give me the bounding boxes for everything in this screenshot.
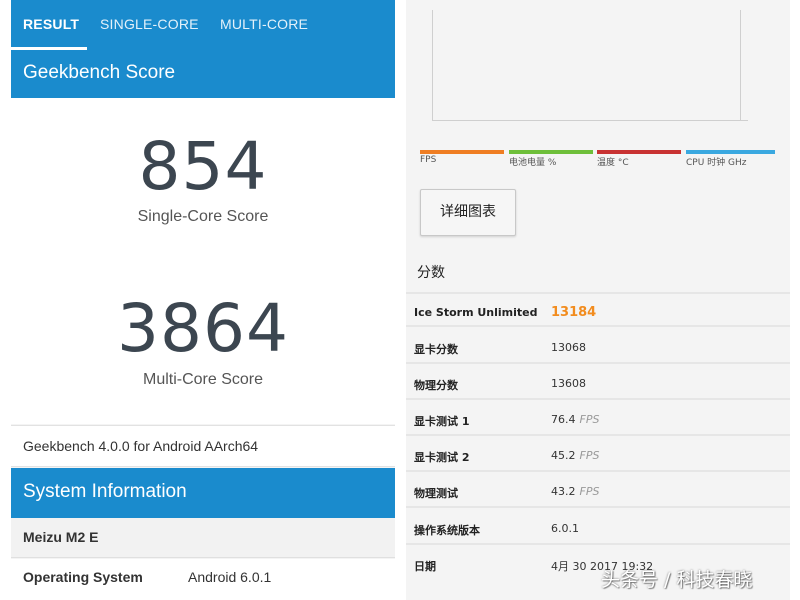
row-key: 显卡测试 2 bbox=[414, 451, 470, 464]
table-row-physics-test: 物理测试 43.2 FPS bbox=[406, 473, 790, 508]
row-value: 45.2 FPS bbox=[551, 449, 599, 462]
single-core-score: 854 bbox=[138, 128, 268, 205]
row-key: Ice Storm Unlimited bbox=[414, 306, 538, 319]
row-number: 76.4 bbox=[551, 413, 576, 426]
table-row-graphics-test-2: 显卡测试 2 45.2 FPS bbox=[406, 437, 790, 472]
multi-core-label: Multi-Core Score bbox=[142, 371, 264, 388]
chart-bottom-axis bbox=[432, 120, 748, 121]
chart-right-axis bbox=[740, 10, 741, 120]
row-key: 物理测试 bbox=[414, 487, 458, 500]
threedmark-panel: FPS 电池电量 % 温度 °C CPU 时钟 GHz 详细图表 分数 Ice … bbox=[406, 0, 790, 600]
table-row-graphics-score: 显卡分数 13068 bbox=[406, 329, 790, 364]
table-row-ice-storm: Ice Storm Unlimited 13184 bbox=[406, 292, 790, 327]
legend-cpu-clock-label: CPU 时钟 GHz bbox=[686, 158, 747, 168]
legend-temperature-label: 温度 °C bbox=[597, 158, 629, 168]
single-core-label: Single-Core Score bbox=[137, 208, 269, 225]
row-unit: FPS bbox=[579, 413, 600, 426]
row-value: 13068 bbox=[551, 341, 586, 354]
legend-battery-label: 电池电量 % bbox=[509, 158, 557, 168]
geekbench-panel: RESULT SINGLE-CORE MULTI-CORE Geekbench … bbox=[11, 0, 395, 600]
row-key: 显卡分数 bbox=[414, 343, 458, 356]
tab-bar: RESULT SINGLE-CORE MULTI-CORE bbox=[11, 0, 395, 50]
operating-system-value: Android 6.0.1 bbox=[188, 569, 272, 585]
row-key: 物理分数 bbox=[414, 379, 458, 392]
legend-temperature-swatch bbox=[597, 150, 681, 154]
score-card: 854 Single-Core Score 3864 Multi-Core Sc… bbox=[11, 98, 395, 424]
tab-multi-core[interactable]: MULTI-CORE bbox=[220, 0, 308, 50]
chart-left-axis bbox=[432, 10, 433, 120]
device-name: Meizu M2 E bbox=[11, 518, 395, 558]
row-value: 6.0.1 bbox=[551, 522, 579, 535]
operating-system-row: Operating System Android 6.0.1 bbox=[11, 559, 395, 600]
row-number: 45.2 bbox=[551, 449, 576, 462]
legend-fps-swatch bbox=[420, 150, 504, 154]
table-row-graphics-test-1: 显卡测试 1 76.4 FPS bbox=[406, 401, 790, 436]
row-value: 76.4 FPS bbox=[551, 413, 599, 426]
row-key: 日期 bbox=[414, 560, 436, 573]
row-number: 43.2 bbox=[551, 485, 576, 498]
geekbench-score-header: Geekbench Score bbox=[11, 50, 395, 98]
row-key: 显卡测试 1 bbox=[414, 415, 470, 428]
legend-fps-label: FPS bbox=[420, 155, 437, 165]
table-row-os-version: 操作系统版本 6.0.1 bbox=[406, 510, 790, 545]
tab-single-core[interactable]: SINGLE-CORE bbox=[100, 0, 199, 50]
row-value: 43.2 FPS bbox=[551, 485, 599, 498]
detailed-chart-button[interactable]: 详细图表 bbox=[420, 189, 516, 236]
legend-battery-swatch bbox=[509, 150, 593, 154]
watermark: 头条号 / 科技春晓 bbox=[601, 569, 753, 591]
row-unit: FPS bbox=[579, 485, 600, 498]
tab-result[interactable]: RESULT bbox=[23, 0, 79, 50]
monitoring-chart bbox=[406, 0, 790, 145]
multi-core-score: 3864 bbox=[117, 290, 289, 367]
row-value: 13608 bbox=[551, 377, 586, 390]
row-value: 13184 bbox=[551, 305, 597, 320]
legend-cpu-clock-swatch bbox=[686, 150, 775, 154]
table-row-physics-score: 物理分数 13608 bbox=[406, 365, 790, 400]
system-information-header: System Information bbox=[11, 468, 395, 518]
scores-heading: 分数 bbox=[417, 265, 445, 281]
row-key: 操作系统版本 bbox=[414, 524, 480, 537]
geekbench-version: Geekbench 4.0.0 for Android AArch64 bbox=[11, 425, 395, 467]
row-unit: FPS bbox=[579, 449, 600, 462]
operating-system-key: Operating System bbox=[23, 569, 143, 585]
